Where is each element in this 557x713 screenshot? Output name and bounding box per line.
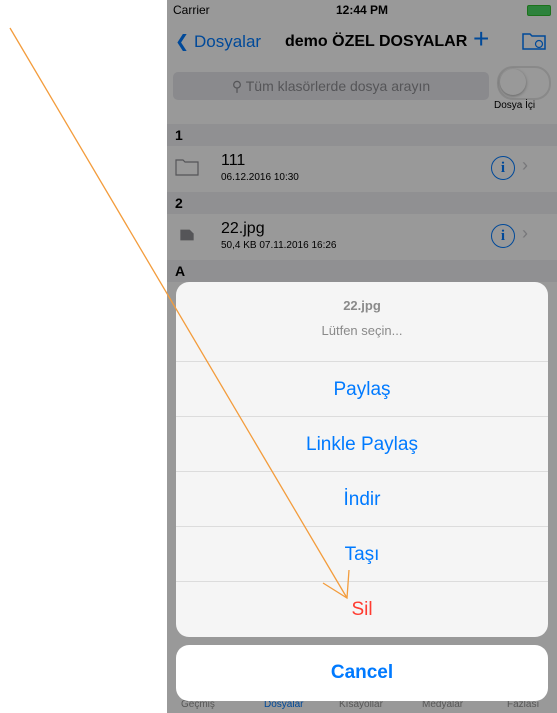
delete-button[interactable]: Sil	[176, 582, 548, 637]
move-button[interactable]: Taşı	[176, 527, 548, 582]
cancel-button[interactable]: Cancel	[176, 645, 548, 701]
phone-screen: Carrier 12:44 PM ❮ Dosyalar demo ÖZEL DO…	[167, 0, 557, 713]
download-button[interactable]: İndir	[176, 472, 548, 527]
action-sheet-title: 22.jpg	[343, 298, 381, 313]
share-link-button[interactable]: Linkle Paylaş	[176, 417, 548, 472]
action-sheet-header: 22.jpg Lütfen seçin...	[176, 282, 548, 362]
share-button[interactable]: Paylaş	[176, 362, 548, 417]
action-sheet: 22.jpg Lütfen seçin... Paylaş Linkle Pay…	[176, 282, 548, 637]
action-sheet-subtitle: Lütfen seçin...	[321, 323, 403, 338]
